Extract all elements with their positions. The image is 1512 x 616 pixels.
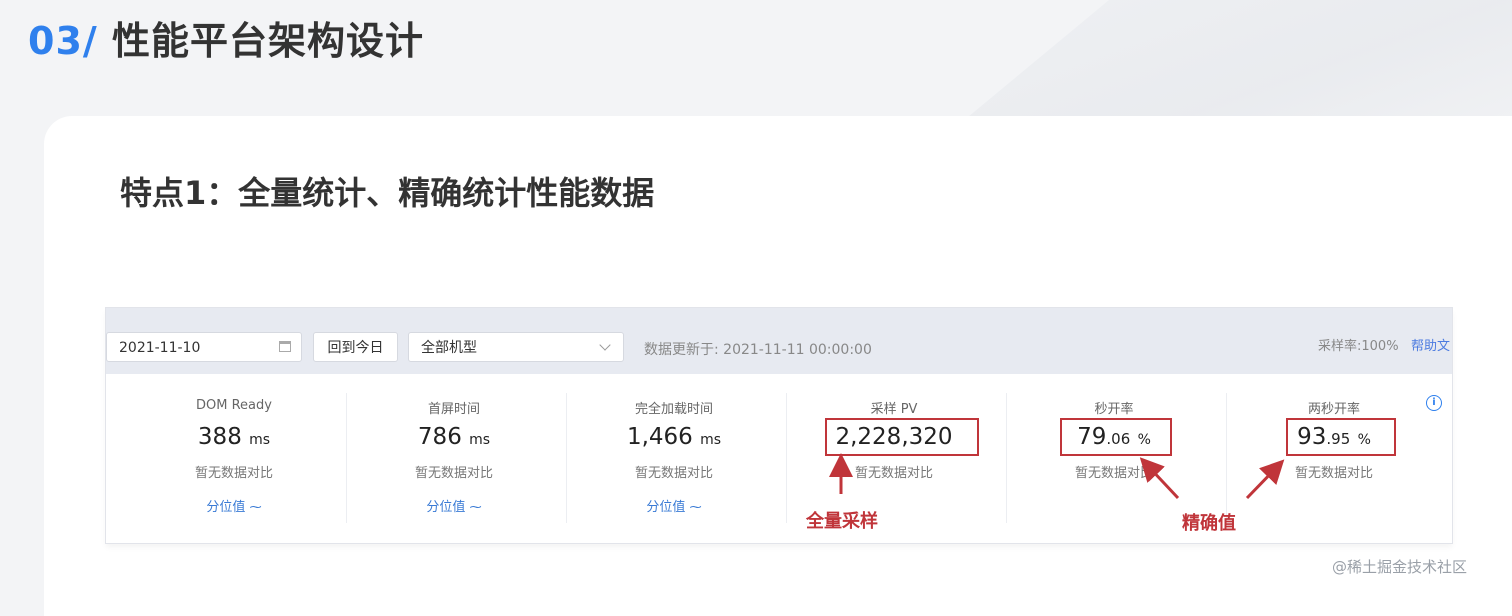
metric-label: 首屏时间 <box>427 402 480 417</box>
back-to-today-button[interactable]: 回到今日 <box>313 332 398 362</box>
metric-first-screen: 首屏时间 786 ms 暂无数据对比 分位值 ⁓ <box>344 374 564 534</box>
metric-label: 两秒开率 <box>1307 402 1360 417</box>
dashboard-panel: 2021-11-10 回到今日 全部机型 数据更新于: 2021-11-11 0… <box>106 308 1452 543</box>
metric-compare: 暂无数据对比 <box>634 466 713 481</box>
chevron-down-icon <box>599 339 611 351</box>
date-value: 2021-11-10 <box>119 340 201 356</box>
metric-full-load: 完全加载时间 1,466 ms 暂无数据对比 分位值 ⁓ <box>564 374 784 534</box>
filter-toolbar: 2021-11-10 回到今日 全部机型 数据更新于: 2021-11-11 0… <box>106 308 1452 374</box>
annotation-full-sampling: 全量采样 <box>806 511 878 532</box>
date-picker[interactable]: 2021-11-10 <box>106 332 302 362</box>
help-doc-link[interactable]: 帮助文 <box>1411 335 1450 354</box>
metric-2s-open-rate: 两秒开率 93.95 % 暂无数据对比 <box>1224 374 1444 534</box>
slide-number: 03/ <box>28 19 98 63</box>
metric-value: 93.95 % <box>1297 424 1371 450</box>
metric-compare: 暂无数据对比 <box>1074 466 1153 481</box>
trend-icon: ⁓ <box>689 500 702 514</box>
metric-compare: 暂无数据对比 <box>194 466 273 481</box>
metric-value: 79.06 % <box>1077 424 1151 450</box>
metric-label: 秒开率 <box>1094 402 1134 417</box>
watermark: @稀土掘金技术社区 <box>1332 558 1468 576</box>
slide-title: 性能平台架构设计 <box>112 19 425 63</box>
feature-title: 特点1：全量统计、精确统计性能数据 <box>120 174 655 212</box>
device-model-select[interactable]: 全部机型 <box>408 332 624 362</box>
metric-compare: 暂无数据对比 <box>1294 466 1373 481</box>
info-icon[interactable]: i <box>1426 395 1442 411</box>
sampling-rate: 采样率:100% <box>1318 339 1399 354</box>
annotation-precise-value: 精确值 <box>1182 513 1236 534</box>
metric-value: 786 ms <box>417 424 491 450</box>
slide-heading: 03/ 性能平台架构设计 <box>28 10 424 65</box>
metric-label: DOM Ready <box>196 398 272 413</box>
metric-value: 1,466 ms <box>626 424 722 450</box>
trend-icon: ⁓ <box>469 500 482 514</box>
calendar-icon[interactable] <box>279 341 291 352</box>
metric-compare: 暂无数据对比 <box>854 466 933 481</box>
data-update-time: 数据更新于: 2021-11-11 00:00:00 <box>644 342 872 358</box>
metric-label: 完全加载时间 <box>634 402 713 417</box>
metric-compare: 暂无数据对比 <box>414 466 493 481</box>
percentile-link[interactable]: 分位值 ⁓ <box>124 496 344 515</box>
metric-dom-ready: DOM Ready 388 ms 暂无数据对比 分位值 ⁓ <box>124 374 344 534</box>
device-model-value: 全部机型 <box>421 340 477 356</box>
trend-icon: ⁓ <box>249 500 262 514</box>
metric-value: 388 ms <box>197 424 271 450</box>
percentile-link[interactable]: 分位值 ⁓ <box>564 496 784 515</box>
metric-value: 2,228,320 <box>835 424 953 450</box>
metric-label: 采样 PV <box>870 402 918 417</box>
percentile-link[interactable]: 分位值 ⁓ <box>344 496 564 515</box>
